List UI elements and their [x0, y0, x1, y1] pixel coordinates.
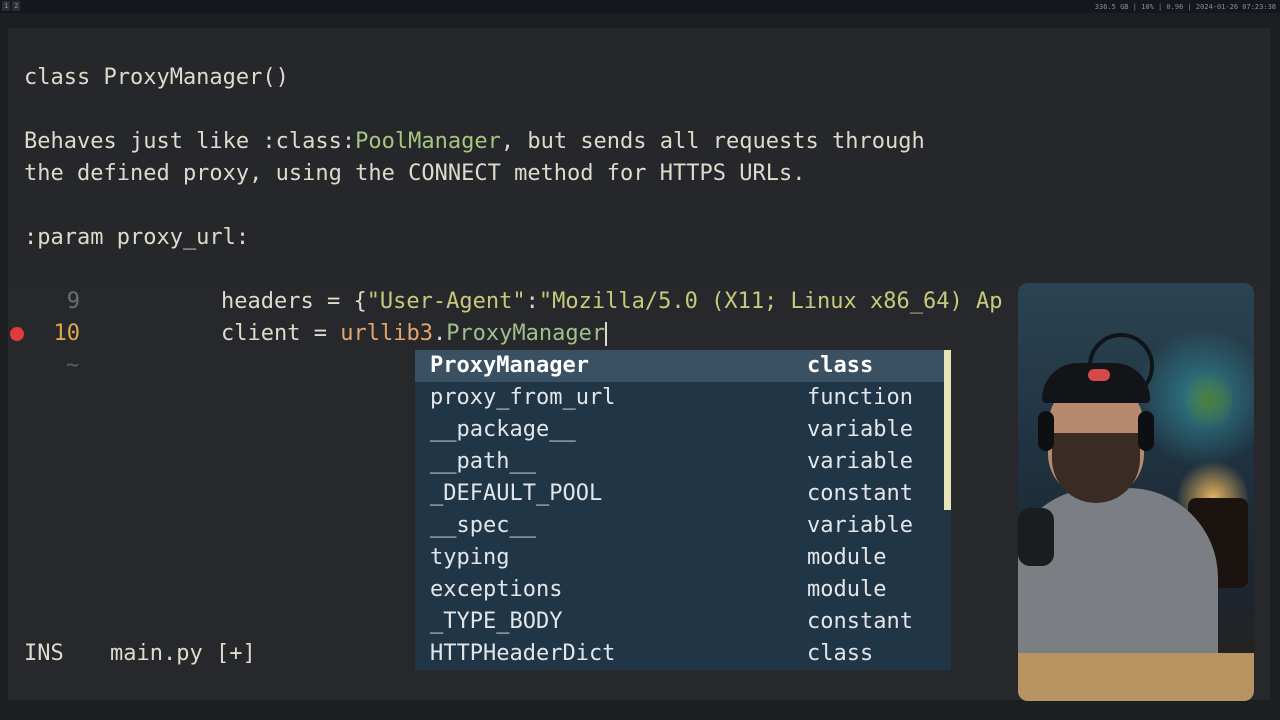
completion-item[interactable]: __package__ variable [415, 414, 945, 446]
headset-left-icon [1038, 411, 1054, 451]
completion-scrollbar[interactable] [944, 350, 951, 510]
system-top-bar: 1 2 336.5 GB | 10% | 0.96 | 2024-01-26 0… [0, 0, 1280, 13]
workspace-1[interactable]: 1 [2, 1, 11, 11]
headset-right-icon [1138, 411, 1154, 451]
microphone-icon [1018, 508, 1054, 566]
doc-description-line-2: the defined proxy, using the CONNECT met… [24, 161, 806, 186]
completion-item[interactable]: _TYPE_BODY constant [415, 606, 945, 638]
doc-desc-post: , but sends all requests through [500, 129, 925, 154]
module-name: urllib3 [340, 321, 433, 346]
completion-menu[interactable]: ProxyManager class proxy_from_url function… [415, 350, 951, 670]
dot: . [432, 321, 447, 346]
hover-documentation-panel: class ProxyManager() Behaves just like :… [8, 28, 1270, 284]
completion-item[interactable]: exceptions module [415, 574, 945, 606]
text-cursor [605, 322, 608, 346]
completion-item[interactable]: typing module [415, 542, 945, 574]
workspace-indicator: 1 2 [2, 1, 21, 11]
doc-signature: class ProxyManager() [24, 65, 289, 90]
attribute-name: ProxyManager [446, 321, 606, 346]
completion-item[interactable]: HTTPHeaderDict class [415, 638, 945, 670]
operator: = { [313, 289, 367, 314]
variable-headers: headers [220, 289, 314, 314]
hanging-plant [1186, 365, 1232, 435]
workspace-2[interactable]: 2 [12, 1, 21, 11]
code-line-10[interactable]: client = urllib3.ProxyManager [168, 318, 608, 350]
empty-line-marker: ~ [66, 353, 80, 378]
completion-item[interactable]: _DEFAULT_POOL constant [415, 478, 945, 510]
file-name: main.py [+] [110, 641, 256, 666]
cap-logo [1088, 369, 1110, 381]
string-key: "User-Agent" [366, 289, 526, 314]
operator: = [300, 321, 341, 346]
completion-item[interactable]: ProxyManager class [415, 350, 945, 382]
doc-description-line-1: Behaves just like :class:PoolManager, bu… [24, 126, 925, 158]
colon: : [525, 289, 539, 314]
mode-indicator: INS [24, 641, 64, 666]
webcam-overlay [1018, 283, 1254, 701]
doc-desc-pre: Behaves just like :class: [24, 129, 356, 154]
desk [1018, 653, 1254, 701]
system-status-text: 336.5 GB | 10% | 0.96 | 2024-01-26 07:23… [1094, 3, 1276, 11]
variable-client: client [220, 321, 301, 346]
code-line-9[interactable]: headers = {"User-Agent":"Mozilla/5.0 (X1… [168, 286, 1003, 318]
line-number-current: 10 [53, 321, 81, 346]
doc-param-line: :param proxy_url: [24, 225, 250, 250]
string-value: "Mozilla/5.0 (X11; Linux x86_64) Ap [538, 289, 1003, 314]
completion-item[interactable]: __spec__ variable [415, 510, 945, 542]
line-number: 9 [66, 289, 80, 314]
completion-item[interactable]: __path__ variable [415, 446, 945, 478]
completion-item[interactable]: proxy_from_url function [415, 382, 945, 414]
doc-class-reference: PoolManager [355, 129, 501, 154]
